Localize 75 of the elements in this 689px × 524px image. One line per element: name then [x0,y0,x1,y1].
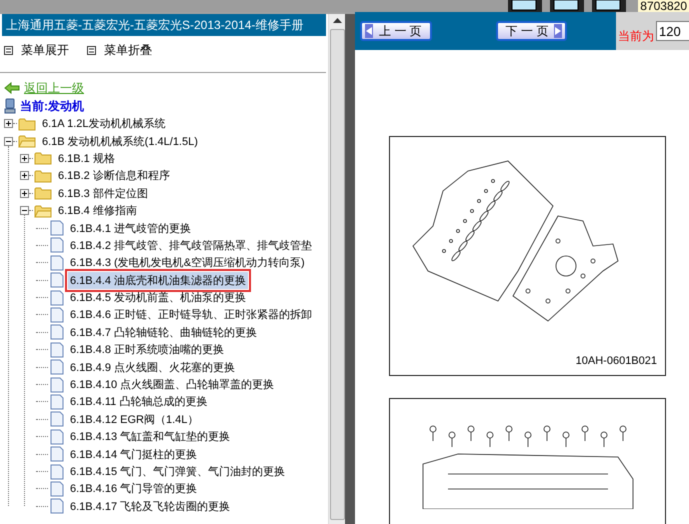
window-icon[interactable] [508,0,542,12]
collapse-icon[interactable] [20,206,29,216]
tree-item[interactable]: 6.1B.4.7 凸轮轴链轮、曲轴链轮的更换 [68,324,260,341]
menu-icon [87,46,96,55]
tree-item[interactable]: 6.1B.4.13 气缸盖和气缸垫的更换 [68,428,232,446]
page-icon [50,324,64,340]
menu-action-link[interactable]: 菜单折叠 [104,42,152,59]
folder-icon [34,204,52,218]
tree-item[interactable]: 6.1B.3 部件定位图 [56,184,150,202]
tree-item[interactable]: 6.1B.4.12 EGR阀（1.4L） [68,410,200,428]
tree-item[interactable]: 6.1B.4.16 气门导管的更换 [68,480,200,498]
folder-icon [18,116,36,131]
scroll-up-icon[interactable] [332,18,342,23]
tree-item[interactable]: 6.1B.2 诊断信息和程序 [56,167,172,184]
tree-item[interactable]: 6.1B.4.10 点火线圈盖、凸轮轴罩盖的更换 [68,376,276,394]
figure-caption: 10AH-0601B021 [576,355,657,367]
tree-item[interactable]: 6.1B.4.9 点火线圈、火花塞的更换 [68,358,238,376]
previous-page-button[interactable]: 上 一 页 [360,21,432,41]
expand-icon[interactable] [20,171,29,180]
collapse-icon[interactable] [4,136,13,146]
expand-icon[interactable] [4,119,13,128]
scroll-thumb[interactable] [330,29,344,520]
tree-item[interactable]: 6.1A 1.2L发动机机械系统 [40,115,168,132]
tree-item[interactable]: 6.1B.4.4 油底壳和机油集滤器的更换 [68,272,248,289]
menu-icon [4,46,13,55]
manual-title: 上海通用五菱-五菱宏光-五菱宏光S-2013-2014-维修手册 [2,14,326,36]
folder-icon [34,151,52,166]
page-icon [50,220,64,236]
tree-item[interactable]: 6.1B.4 维修指南 [56,202,139,220]
tree-item[interactable]: 6.1B.4.8 正时系统喷油嘴的更换 [68,341,226,358]
page-icon [50,306,64,323]
page-icon [50,359,64,376]
page-icon [50,272,64,288]
tree-item[interactable]: 6.1B.4.17 飞轮及飞轮齿圈的更换 [68,498,232,515]
tree-item[interactable]: 6.1B.4.1 进气歧管的更换 [68,220,194,237]
page-icon [50,498,64,514]
page-icon [50,480,64,497]
folder-icon [18,134,36,148]
current-section: 当前:发动机 [20,98,84,114]
page-icon [50,464,64,480]
left-arrow-icon [365,24,373,38]
back-link[interactable]: 返回上一级 [24,80,84,96]
next-page-button[interactable]: 下 一 页 [496,21,568,41]
page-icon [50,446,64,462]
tree-item[interactable]: 6.1B 发动机机械系统(1.4L/1.5L) [40,132,200,150]
expand-icon[interactable] [20,188,29,198]
window-icon[interactable] [550,0,584,12]
tree-item[interactable]: 6.1B.4.15 气门、气门弹簧、气门油封的更换 [68,463,288,480]
window-icon[interactable] [592,0,626,12]
page-icon [50,342,64,358]
page-icon [50,254,64,271]
back-arrow-icon [4,82,20,94]
page-icon [50,376,64,393]
current-page-label: 当前为 [618,28,654,44]
page-icon [50,411,64,428]
menu-action-link[interactable]: 菜单展开 [21,42,69,59]
folder-icon [34,186,52,200]
computer-icon [4,98,16,114]
tree-item[interactable]: 6.1B.4.2 排气歧管、排气歧管隔热罩、排气歧管垫 [68,236,314,254]
scrollbar[interactable] [328,14,345,524]
page-icon [50,428,64,445]
page-icon [50,237,64,254]
page-icon [50,290,64,306]
expand-icon[interactable] [20,154,29,163]
page-number-field[interactable]: 120 [656,21,689,41]
tree-item[interactable]: 6.1B.4.6 正时链、正时链导轨、正时张紧器的拆卸 [68,306,314,324]
right-arrow-icon [554,24,562,38]
tree-item[interactable]: 6.1B.4.5 发动机前盖、机油泵的更换 [68,289,248,306]
tree-item[interactable]: 6.1B.4.11 凸轮轴总成的更换 [68,393,210,410]
tree-item[interactable]: 6.1B.4.3 (发电机发电机&空调压缩机动力转向泵) [68,254,307,272]
phone-number: 8703820 [638,0,689,12]
tree-item[interactable]: 6.1B.4.14 气门挺柱的更换 [68,446,200,463]
folder-icon [34,168,52,183]
tree-item[interactable]: 6.1B.1 规格 [56,150,117,167]
page-icon [50,394,64,410]
